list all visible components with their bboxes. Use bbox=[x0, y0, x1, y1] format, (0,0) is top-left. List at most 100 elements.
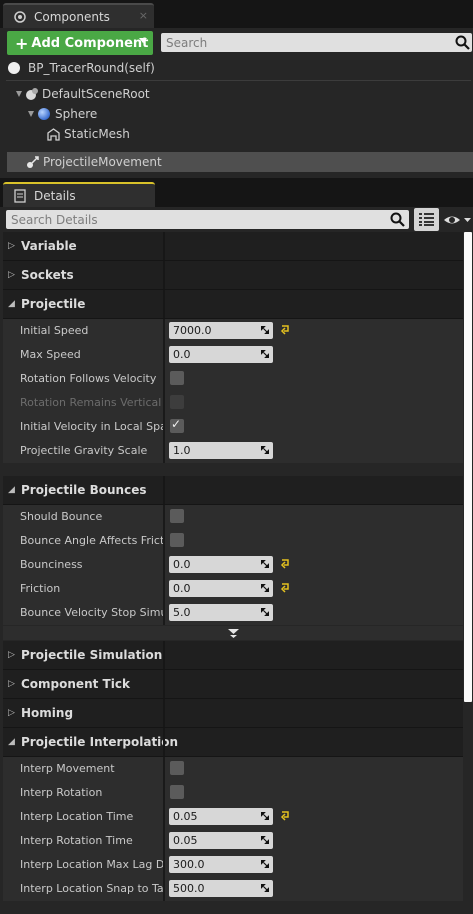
interp-rotation-checkbox[interactable] bbox=[170, 785, 184, 799]
close-icon[interactable]: × bbox=[139, 9, 148, 22]
interp-rotation-time-field[interactable]: 0.05 bbox=[169, 832, 273, 849]
category-label: Projectile bbox=[21, 297, 86, 311]
interp-location-snap-field[interactable]: 500.0 bbox=[169, 880, 273, 897]
column-divider[interactable] bbox=[163, 577, 165, 601]
column-divider[interactable] bbox=[163, 529, 165, 553]
column-divider[interactable] bbox=[163, 853, 165, 877]
field-value: 7000.0 bbox=[173, 324, 212, 337]
drag-handle-icon[interactable] bbox=[261, 560, 269, 568]
drag-handle-icon[interactable] bbox=[261, 860, 269, 868]
interp-movement-checkbox[interactable] bbox=[170, 761, 184, 775]
column-divider[interactable] bbox=[163, 641, 165, 669]
category-projectile-bounces[interactable]: ◢ Projectile Bounces bbox=[3, 476, 463, 505]
scene-root-icon bbox=[25, 87, 39, 101]
column-divider[interactable] bbox=[163, 343, 165, 367]
column-divider[interactable] bbox=[163, 505, 165, 529]
category-label: Projectile Interpolation bbox=[21, 735, 179, 749]
column-divider[interactable] bbox=[163, 319, 165, 343]
field-value: 1.0 bbox=[173, 444, 191, 457]
scrollbar-thumb[interactable] bbox=[464, 232, 472, 702]
category-label: Projectile Bounces bbox=[21, 483, 147, 497]
category-projectile-simulation[interactable]: ▷ Projectile Simulation bbox=[3, 641, 463, 670]
drag-handle-icon[interactable] bbox=[261, 812, 269, 820]
rotation-follows-velocity-checkbox[interactable] bbox=[170, 371, 184, 385]
property-max-speed: Max Speed 0.0 bbox=[3, 343, 463, 367]
tree-item-sphere[interactable]: Sphere bbox=[0, 104, 473, 124]
initial-velocity-local-space-checkbox[interactable]: ✓ bbox=[170, 417, 184, 433]
category-projectile-interpolation[interactable]: ◢ Projectile Interpolation bbox=[3, 728, 463, 757]
reset-to-default-icon[interactable] bbox=[279, 557, 291, 569]
drag-handle-icon[interactable] bbox=[261, 326, 269, 334]
category-sockets[interactable]: ▷ Sockets bbox=[3, 261, 463, 290]
column-divider[interactable] bbox=[163, 476, 165, 504]
drag-handle-icon[interactable] bbox=[261, 836, 269, 844]
view-options-button[interactable] bbox=[443, 212, 473, 228]
details-search-input[interactable]: Search Details bbox=[6, 210, 409, 229]
property-label: Bounce Velocity Stop Simulating Threshol… bbox=[20, 606, 165, 619]
reset-to-default-icon[interactable] bbox=[279, 323, 291, 335]
bounce-angle-affects-friction-checkbox[interactable] bbox=[170, 533, 184, 547]
eye-icon bbox=[444, 216, 471, 224]
category-component-tick[interactable]: ▷ Component Tick bbox=[3, 670, 463, 699]
bounce-velocity-stop-field[interactable]: 5.0 bbox=[169, 604, 273, 621]
column-divider[interactable] bbox=[163, 601, 165, 625]
collapsed-arrow-icon: ▷ bbox=[8, 270, 15, 280]
self-icon bbox=[8, 62, 20, 74]
column-divider[interactable] bbox=[163, 391, 165, 415]
field-value: 300.0 bbox=[173, 858, 205, 871]
column-divider[interactable] bbox=[163, 670, 165, 698]
tab-details[interactable]: Details bbox=[3, 182, 155, 207]
static-mesh-icon bbox=[47, 127, 60, 141]
drag-handle-icon[interactable] bbox=[261, 884, 269, 892]
max-speed-field[interactable]: 0.0 bbox=[169, 346, 273, 363]
tab-components-label: Components bbox=[34, 9, 110, 24]
column-divider[interactable] bbox=[163, 829, 165, 853]
column-divider[interactable] bbox=[163, 290, 165, 318]
bounciness-field[interactable]: 0.0 bbox=[169, 556, 273, 573]
column-divider[interactable] bbox=[163, 261, 165, 289]
add-component-button[interactable]: + Add Component bbox=[7, 31, 153, 55]
column-divider[interactable] bbox=[163, 728, 165, 756]
interp-location-time-field[interactable]: 0.05 bbox=[169, 808, 273, 825]
property-label: Rotation Follows Velocity bbox=[20, 372, 157, 385]
components-search-input[interactable]: Search bbox=[161, 33, 472, 52]
tree-item-projectilemovement[interactable]: ProjectileMovement bbox=[7, 152, 473, 172]
expand-arrow-icon[interactable] bbox=[16, 91, 22, 97]
interp-location-max-lag-field[interactable]: 300.0 bbox=[169, 856, 273, 873]
property-rotation-follows-velocity: Rotation Follows Velocity bbox=[3, 367, 463, 391]
property-matrix-button[interactable] bbox=[414, 208, 439, 231]
property-label: Friction bbox=[20, 582, 61, 595]
gravity-scale-field[interactable]: 1.0 bbox=[169, 442, 273, 459]
column-divider[interactable] bbox=[163, 415, 165, 439]
advanced-expand-toggle[interactable] bbox=[3, 626, 463, 640]
tree-item-label: Sphere bbox=[55, 107, 98, 121]
drag-handle-icon[interactable] bbox=[261, 350, 269, 358]
reset-to-default-icon[interactable] bbox=[279, 809, 291, 821]
tree-item-self[interactable]: BP_TracerRound(self) bbox=[0, 58, 473, 78]
column-divider[interactable] bbox=[163, 232, 165, 260]
column-divider[interactable] bbox=[163, 553, 165, 577]
column-divider[interactable] bbox=[163, 367, 165, 391]
initial-speed-field[interactable]: 7000.0 bbox=[169, 322, 273, 339]
expand-arrow-icon[interactable] bbox=[28, 111, 34, 117]
column-divider[interactable] bbox=[163, 877, 165, 901]
reset-to-default-icon[interactable] bbox=[279, 581, 291, 593]
drag-handle-icon[interactable] bbox=[261, 446, 269, 454]
column-divider[interactable] bbox=[163, 699, 165, 727]
column-divider[interactable] bbox=[163, 781, 165, 805]
tree-item-staticmesh[interactable]: StaticMesh bbox=[0, 124, 473, 144]
column-divider[interactable] bbox=[163, 757, 165, 781]
tab-components[interactable]: Components × bbox=[3, 3, 154, 28]
category-projectile[interactable]: ◢ Projectile bbox=[3, 290, 463, 319]
category-variable[interactable]: ▷ Variable bbox=[3, 232, 463, 261]
friction-field[interactable]: 0.0 bbox=[169, 580, 273, 597]
column-divider[interactable] bbox=[163, 805, 165, 829]
drag-handle-icon[interactable] bbox=[261, 584, 269, 592]
rotation-remains-vertical-checkbox bbox=[170, 395, 184, 409]
category-homing[interactable]: ▷ Homing bbox=[3, 699, 463, 728]
should-bounce-checkbox[interactable] bbox=[170, 509, 184, 523]
column-divider[interactable] bbox=[163, 439, 165, 463]
property-label: Interp Rotation bbox=[20, 786, 103, 799]
drag-handle-icon[interactable] bbox=[261, 608, 269, 616]
tree-item-defaultsceneroot[interactable]: DefaultSceneRoot bbox=[0, 84, 473, 104]
